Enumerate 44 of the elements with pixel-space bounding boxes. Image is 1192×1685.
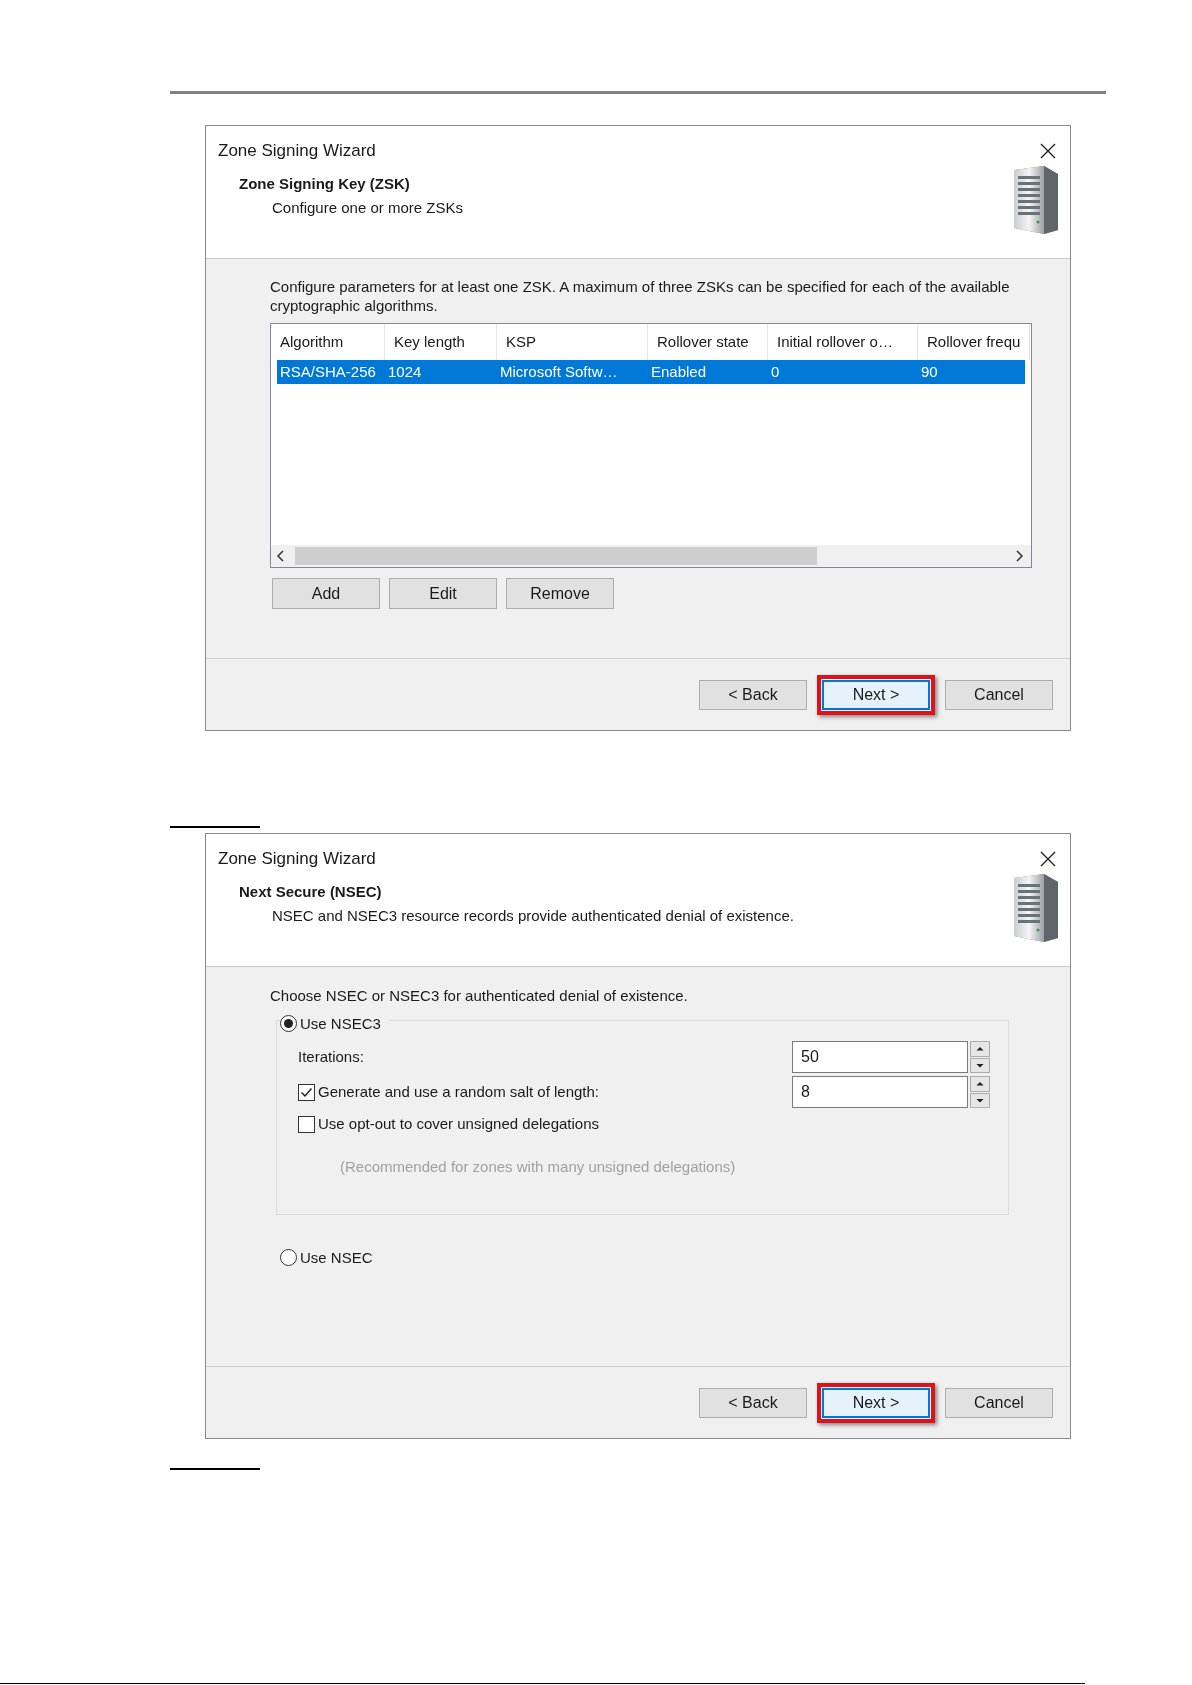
checkbox[interactable] — [298, 1115, 315, 1133]
horizontal-scrollbar[interactable] — [271, 545, 1031, 567]
checkbox[interactable] — [298, 1083, 315, 1101]
window-title: Zone Signing Wizard — [218, 848, 376, 870]
radio-label[interactable]: Use NSEC — [300, 1246, 373, 1269]
wizard-button[interactable]: < Back — [699, 679, 807, 710]
list-action-button[interactable]: Add — [272, 578, 380, 609]
instruction-text: Configure parameters for at least one ZSK. A maximum of three ZSKs can be specified for each of the available cryptographic algorithms. — [270, 277, 1011, 315]
page-subheading: NSEC and NSEC3 resource records provide authenticated denial of existence. — [272, 906, 794, 926]
radio-button[interactable] — [280, 1015, 297, 1033]
check-icon — [300, 1085, 313, 1099]
hint-text: (Recommended for zones with many unsigned delegations) — [339, 1156, 737, 1177]
number-field[interactable]: 8 — [792, 1076, 968, 1108]
spin-up-button[interactable] — [970, 1076, 990, 1092]
wizard-button[interactable]: < Back — [699, 1387, 807, 1418]
radio-button[interactable] — [280, 1249, 297, 1267]
number-field[interactable]: 50 — [792, 1041, 968, 1073]
list-action-button[interactable]: Remove — [506, 578, 614, 609]
checkbox-label[interactable]: Generate and use a random salt of length: — [318, 1080, 599, 1104]
spin-down-button[interactable] — [970, 1057, 990, 1073]
wizard-button[interactable]: Next > — [822, 1387, 930, 1418]
wizard-button[interactable]: Cancel — [945, 1387, 1053, 1418]
close-icon[interactable] — [1040, 142, 1056, 159]
table-row[interactable]: RSA/SHA-256 1024 Microsoft Softw… Enabled 0 90 — [277, 360, 1025, 384]
page-heading: Zone Signing Key (ZSK) — [239, 173, 411, 194]
table-cell-text: Enabled — [650, 361, 708, 382]
close-icon[interactable] — [1040, 850, 1056, 867]
page-subheading: Configure one or more ZSKs — [272, 198, 463, 218]
page-heading: Next Secure (NSEC) — [239, 881, 383, 902]
wizard-button[interactable]: Cancel — [945, 679, 1053, 710]
spin-up-button[interactable] — [970, 1041, 990, 1057]
instruction-text: Choose NSEC or NSEC3 for authenticated denial of existence. — [270, 986, 689, 1006]
checkbox-label[interactable]: Use opt-out to cover unsigned delegations — [318, 1113, 599, 1136]
table-cell-text: 0 — [770, 361, 781, 382]
table-cell-text: RSA/SHA-256 — [279, 361, 377, 382]
field-label: Iterations: — [298, 1046, 364, 1067]
table-cell-text: 90 — [920, 361, 939, 382]
table-cell-text: 1024 — [387, 361, 423, 382]
wizard-button[interactable]: Next > — [822, 679, 930, 710]
window-title: Zone Signing Wizard — [218, 140, 376, 162]
list-action-button[interactable]: Edit — [389, 578, 497, 609]
spin-down-button[interactable] — [970, 1092, 990, 1108]
radio-label[interactable]: Use NSEC3 — [300, 1012, 381, 1035]
table-cell-text: Microsoft Softw… — [499, 361, 619, 382]
